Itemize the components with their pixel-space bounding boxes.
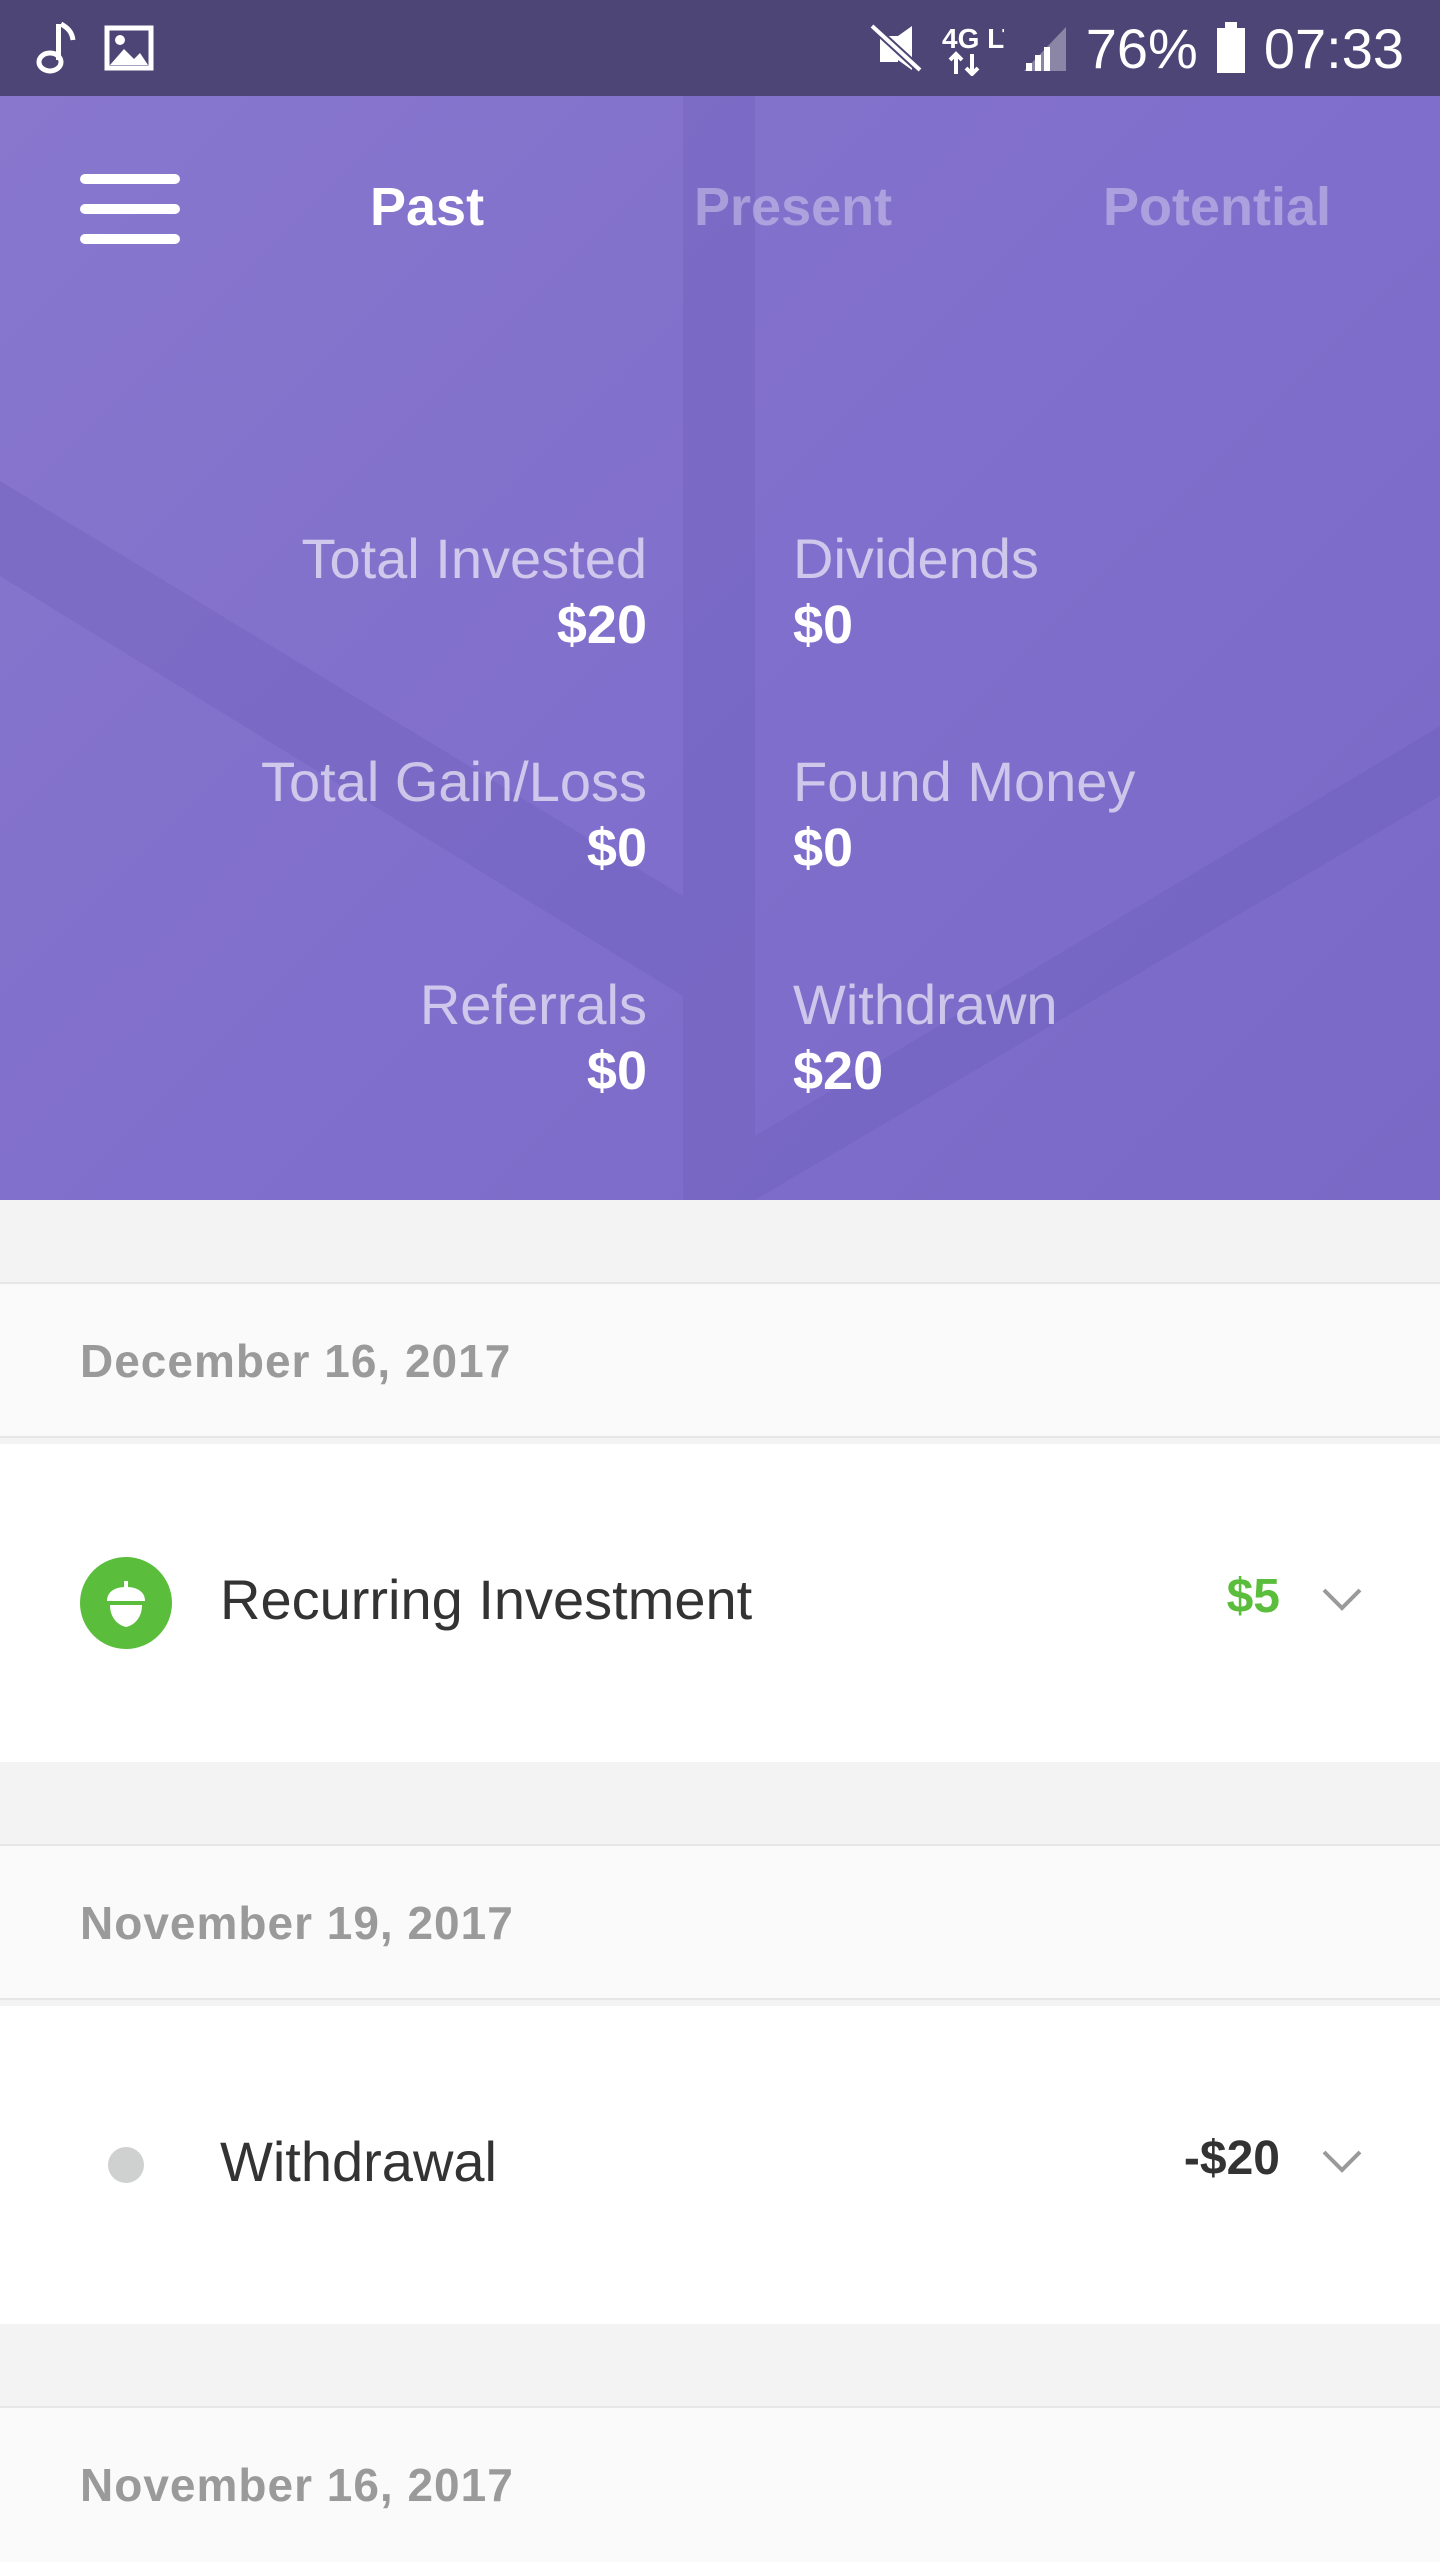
acorn-icon: [80, 1557, 172, 1649]
stat-value: $0: [586, 1041, 647, 1101]
vibrate-mute-icon: [868, 22, 924, 74]
svg-text:4G LTE: 4G LTE: [942, 23, 1004, 54]
battery-icon: [1216, 22, 1246, 74]
tab-past[interactable]: Past: [370, 176, 484, 238]
tab-potential[interactable]: Potential: [1103, 176, 1331, 238]
battery-percent: 76%: [1085, 16, 1198, 80]
date-header: November 19, 2017: [0, 1844, 1440, 2000]
transaction-label: Recurring Investment: [220, 1568, 753, 1631]
stat-referrals: Referrals $0: [87, 972, 647, 1104]
stat-label: Found Money: [793, 750, 1136, 813]
date-label: November 16, 2017: [80, 2459, 514, 2511]
stat-label: Referrals: [419, 973, 647, 1036]
transaction-row-recurring-investment[interactable]: Recurring Investment $5: [0, 1444, 1440, 1762]
transaction-amount: -$20: [1183, 2132, 1280, 2185]
hamburger-menu-icon[interactable]: [80, 174, 180, 244]
tab-present[interactable]: Present: [694, 176, 892, 238]
section-spacer: [0, 1762, 1440, 1844]
stat-label: Withdrawn: [793, 973, 1058, 1036]
stat-value: $0: [793, 818, 854, 878]
stat-total-invested: Total Invested $20: [87, 526, 647, 658]
chevron-down-icon[interactable]: [1320, 2146, 1364, 2176]
date-header: December 16, 2017: [0, 1282, 1440, 1438]
data-arrows-icon: 4G LTE: [942, 20, 1004, 76]
stat-value: $20: [556, 595, 647, 655]
clock: 07:33: [1263, 16, 1404, 80]
image-icon: [104, 25, 154, 71]
transaction-label: Withdrawal: [220, 2130, 497, 2193]
date-label: November 19, 2017: [80, 1897, 514, 1949]
chevron-down-icon[interactable]: [1320, 1584, 1364, 1614]
stat-label: Dividends: [793, 527, 1039, 590]
date-label: December 16, 2017: [80, 1335, 512, 1387]
stat-value: $0: [586, 818, 647, 878]
stat-label: Total Gain/Loss: [261, 750, 647, 813]
stat-value: $20: [793, 1041, 884, 1101]
stat-total-gain-loss: Total Gain/Loss $0: [87, 749, 647, 881]
summary-panel: Past Present Potential Total Invested $2…: [0, 96, 1440, 1200]
status-bar-left: [36, 0, 154, 96]
signal-icon: [1022, 23, 1068, 73]
transaction-amount: $5: [1226, 1570, 1280, 1623]
section-spacer: [0, 2324, 1440, 2406]
stat-withdrawn: Withdrawn $20: [793, 972, 1353, 1104]
stat-dividends: Dividends $0: [793, 526, 1353, 658]
stat-label: Total Invested: [301, 527, 647, 590]
top-nav: Past Present Potential: [0, 96, 1440, 316]
date-header: November 16, 2017: [0, 2406, 1440, 2562]
music-note-icon: [36, 22, 76, 74]
status-bar: 4G LTE 76% 07:33: [0, 0, 1440, 96]
transaction-row-withdrawal[interactable]: Withdrawal -$20: [0, 2006, 1440, 2324]
status-bar-right: 4G LTE 76% 07:33: [868, 0, 1404, 96]
stat-value: $0: [793, 595, 854, 655]
stat-found-money: Found Money $0: [793, 749, 1353, 881]
section-spacer: [0, 1200, 1440, 1282]
gray-dot-icon: [80, 2119, 172, 2211]
